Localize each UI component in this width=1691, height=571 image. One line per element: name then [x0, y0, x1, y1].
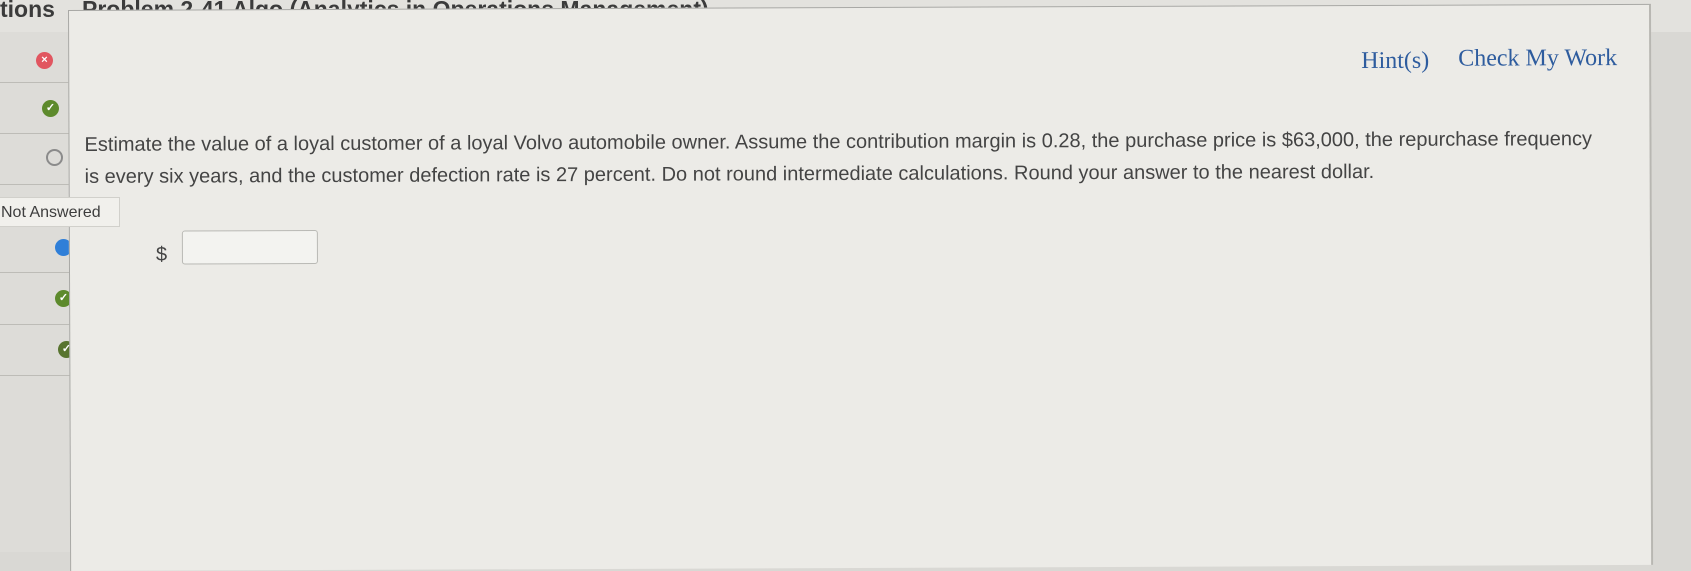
not-answered-badge: Not Answered — [0, 197, 120, 227]
answer-input[interactable] — [181, 230, 318, 265]
currency-symbol: $ — [155, 243, 168, 266]
empty-circle-icon — [46, 149, 63, 166]
question-text: Estimate the value of a loyal customer o… — [84, 128, 1593, 188]
x-circle-icon: × — [36, 52, 53, 69]
check-circle-icon: ✓ — [42, 100, 59, 117]
check-my-work-link[interactable]: Check My Work — [1458, 45, 1617, 73]
hints-link[interactable]: Hint(s) — [1361, 48, 1429, 75]
question-panel: Hint(s) Check My Work Estimate the value… — [68, 3, 1654, 571]
questions-header-label: tions — [0, 0, 55, 22]
